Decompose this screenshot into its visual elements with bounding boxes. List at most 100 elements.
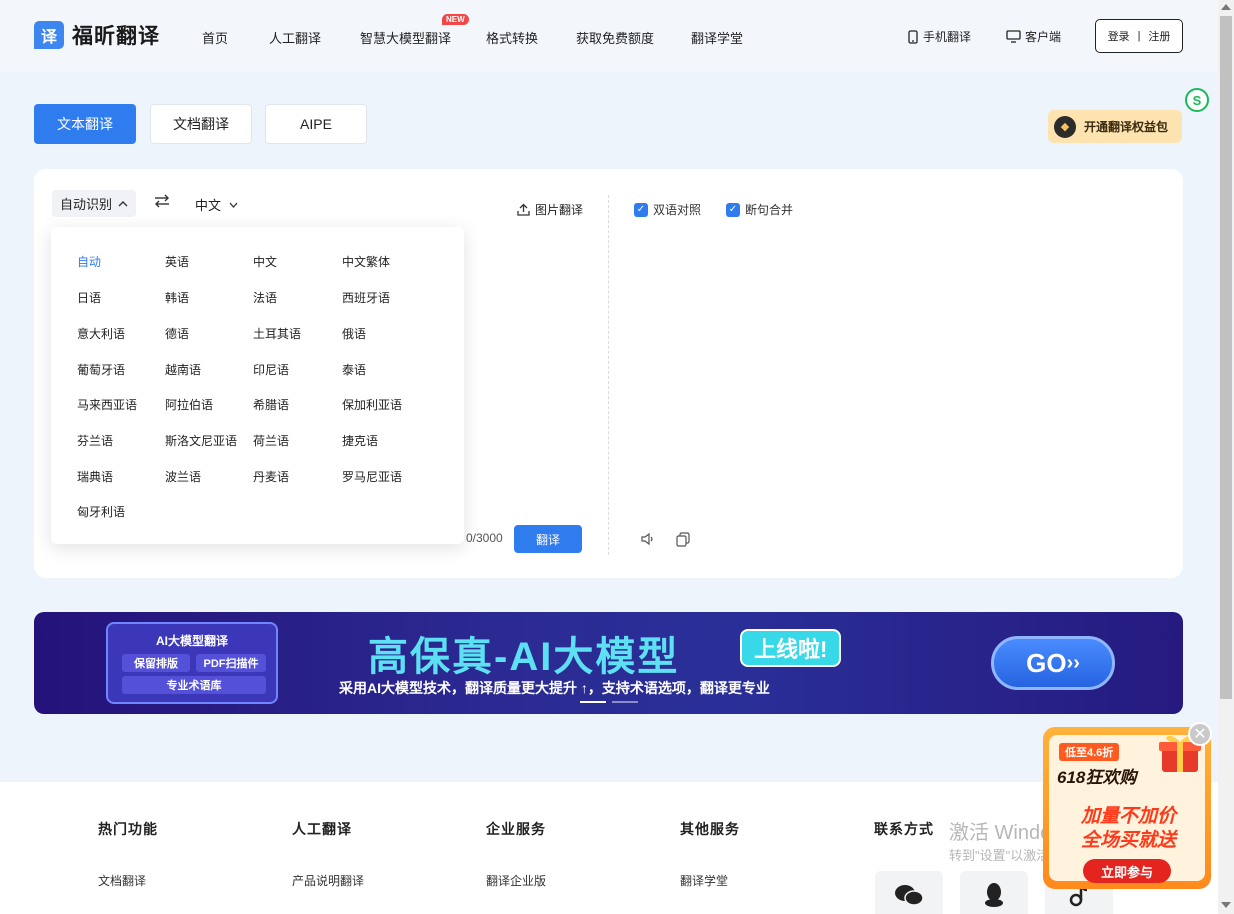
speaker-icon[interactable] xyxy=(639,530,657,548)
brand-name: 福昕翻译 xyxy=(72,25,160,48)
footer-heading-human: 人工翻译 xyxy=(292,821,352,837)
login-register-box: 登录 | 注册 xyxy=(1095,19,1183,53)
brand-logo[interactable]: 译 福昕翻译 xyxy=(34,20,160,50)
banner-feature-box: AI大模型翻译 保留排版 PDF扫描件 专业术语库 xyxy=(106,622,278,704)
tab-aipe[interactable]: AIPE xyxy=(265,104,367,144)
language-option[interactable]: 丹麦语 xyxy=(253,468,289,485)
login-separator: | xyxy=(1137,30,1141,42)
floating-assistant-icon[interactable]: S xyxy=(1185,88,1209,112)
language-option[interactable]: 土耳其语 xyxy=(253,325,301,342)
register-link[interactable]: 注册 xyxy=(1148,28,1170,44)
benefit-pack-button[interactable]: ◆ 开通翻译权益包 xyxy=(1048,110,1182,143)
close-icon[interactable]: ✕ xyxy=(1188,722,1212,746)
footer-link-academy[interactable]: 翻译学堂 xyxy=(680,872,728,889)
mobile-translate-link[interactable]: 手机翻译 xyxy=(907,28,971,45)
language-option[interactable]: 希腊语 xyxy=(253,396,289,413)
language-option[interactable]: 韩语 xyxy=(165,289,189,306)
double-chevron-icon: ›› xyxy=(1066,651,1080,674)
language-option[interactable]: 芬兰语 xyxy=(77,432,113,449)
client-link[interactable]: 客户端 xyxy=(1006,28,1061,45)
footer-link-enterprise[interactable]: 翻译企业版 xyxy=(486,872,546,889)
language-option[interactable]: 中文繁体 xyxy=(342,253,390,270)
footer-link-product[interactable]: 产品说明翻译 xyxy=(292,872,364,889)
bilingual-checkbox[interactable]: ✓ 双语对照 xyxy=(634,201,701,218)
scroll-down-arrow-icon[interactable] xyxy=(1221,902,1231,908)
swap-languages-icon[interactable] xyxy=(154,194,170,213)
merge-sentences-checkbox[interactable]: ✓ 断句合并 xyxy=(726,201,793,218)
nav-home[interactable]: 首页 xyxy=(202,28,228,47)
language-option[interactable]: 俄语 xyxy=(342,325,366,342)
language-option[interactable]: 泰语 xyxy=(342,361,366,378)
source-language-label: 自动识别 xyxy=(60,197,113,212)
new-badge: NEW xyxy=(442,14,469,25)
language-dropdown: 自动 英语 中文 中文繁体日语 韩语 法语 西班牙语意大利语 德语 土耳其语 俄语葡萄牙语 越南语 印… xyxy=(51,227,464,544)
nav-human-translation[interactable]: 人工翻译 xyxy=(269,28,321,47)
footer-heading-contact: 联系方式 xyxy=(874,821,934,837)
nav-format-convert[interactable]: 格式转换 xyxy=(486,28,538,47)
tab-text-translation[interactable]: 文本翻译 xyxy=(34,104,136,144)
language-option[interactable]: 匈牙利语 xyxy=(77,503,125,520)
language-option[interactable]: 波兰语 xyxy=(165,468,201,485)
footer-heading-enterprise: 企业服务 xyxy=(486,821,546,837)
language-option[interactable]: 阿拉伯语 xyxy=(165,396,213,413)
language-option[interactable]: 捷克语 xyxy=(342,432,378,449)
language-option[interactable]: 德语 xyxy=(165,325,189,342)
promo-line-2: 全场买就送 xyxy=(1081,830,1177,851)
scrollbar-thumb[interactable] xyxy=(1220,16,1232,699)
language-option[interactable]: 西班牙语 xyxy=(342,289,390,306)
promo-discount-badge: 低至4.6折 xyxy=(1059,743,1120,761)
language-option[interactable]: 法语 xyxy=(253,289,277,306)
char-counter: 0/3000 xyxy=(466,531,503,545)
carousel-dot[interactable] xyxy=(612,701,638,703)
language-option[interactable]: 意大利语 xyxy=(77,325,125,342)
language-option[interactable]: 瑞典语 xyxy=(77,468,113,485)
image-translate-button[interactable]: 图片翻译 xyxy=(517,201,583,218)
target-language-label: 中文 xyxy=(195,198,222,213)
language-option[interactable]: 日语 xyxy=(77,289,101,306)
language-option[interactable]: 保加利亚语 xyxy=(342,396,402,413)
checkmark-icon: ✓ xyxy=(726,202,740,217)
logo-icon: 译 xyxy=(34,21,64,49)
target-language-select[interactable]: 中文 xyxy=(195,195,238,214)
upload-icon xyxy=(517,203,530,216)
diamond-icon: ◆ xyxy=(1054,115,1076,138)
qq-icon[interactable] xyxy=(960,871,1028,914)
scroll-up-arrow-icon[interactable] xyxy=(1221,4,1231,10)
merge-sentences-label: 断句合并 xyxy=(745,203,794,217)
promo-title: 618狂欢购 xyxy=(1057,768,1137,787)
nav-ai-translation[interactable]: 智慧大模型翻译 xyxy=(360,28,451,47)
language-option[interactable]: 荷兰语 xyxy=(253,432,289,449)
wechat-icon[interactable] xyxy=(875,871,943,914)
language-option[interactable]: 马来西亚语 xyxy=(77,396,137,413)
nav-free-quota[interactable]: 获取免费额度 xyxy=(576,28,654,47)
promo-join-button[interactable]: 立即参与 xyxy=(1083,859,1171,883)
language-option[interactable]: 斯洛文尼亚语 xyxy=(165,432,237,449)
translate-button[interactable]: 翻译 xyxy=(514,525,582,553)
language-option[interactable]: 葡萄牙语 xyxy=(77,361,125,378)
language-option[interactable]: 印尼语 xyxy=(253,361,289,378)
checkmark-icon: ✓ xyxy=(634,202,648,217)
tab-doc-translation[interactable]: 文档翻译 xyxy=(150,104,252,144)
language-option[interactable]: 英语 xyxy=(165,253,189,270)
banner-go-button[interactable]: GO ›› xyxy=(991,636,1115,690)
language-option[interactable]: 中文 xyxy=(253,253,277,270)
promo-banner[interactable]: AI大模型翻译 保留排版 PDF扫描件 专业术语库 高保真-AI大模型 上线啦!… xyxy=(34,612,1183,714)
carousel-dot-active[interactable] xyxy=(580,701,606,703)
chevron-up-icon xyxy=(118,201,128,207)
language-option[interactable]: 越南语 xyxy=(165,361,201,378)
promo-line-1: 加量不加价 xyxy=(1081,806,1177,827)
monitor-icon xyxy=(1006,30,1021,43)
source-language-select[interactable]: 自动识别 xyxy=(52,190,137,217)
copy-icon[interactable] xyxy=(674,530,692,548)
image-translate-label: 图片翻译 xyxy=(535,203,584,217)
banner-chip-terms: 专业术语库 xyxy=(122,676,266,694)
banner-headline: 高保真-AI大模型 xyxy=(368,635,680,679)
language-option[interactable]: 罗马尼亚语 xyxy=(342,468,402,485)
mobile-translate-label: 手机翻译 xyxy=(923,30,972,44)
banner-chip-layout: 保留排版 xyxy=(122,654,190,672)
phone-icon xyxy=(908,29,918,44)
footer-link-doc[interactable]: 文档翻译 xyxy=(98,872,146,889)
language-option[interactable]: 自动 xyxy=(77,253,101,270)
nav-academy[interactable]: 翻译学堂 xyxy=(691,28,743,47)
login-link[interactable]: 登录 xyxy=(1108,28,1130,44)
